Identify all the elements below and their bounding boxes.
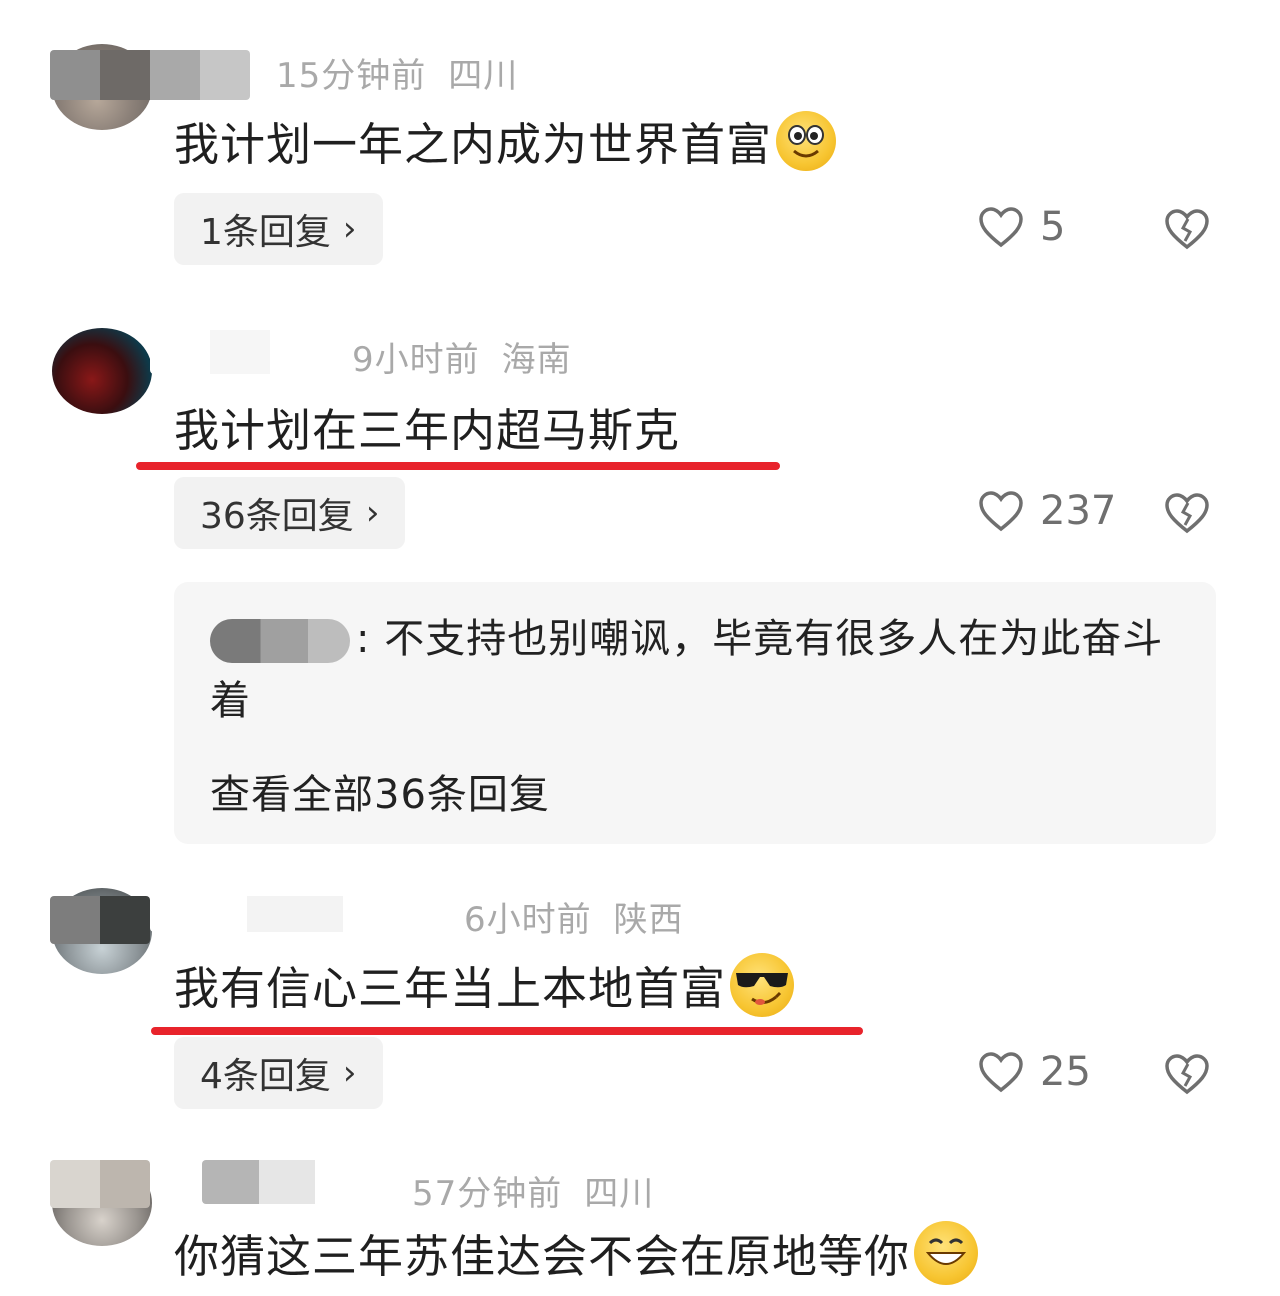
comment-text: 我计划在三年内超马斯克 xyxy=(174,394,680,459)
like-button[interactable]: 5 xyxy=(978,204,1065,250)
red-underline xyxy=(151,1027,863,1035)
username-blurred[interactable] xyxy=(50,1160,150,1208)
comment-meta: 6小时前 陕西 xyxy=(464,892,684,941)
comment-meta: 9小时前 海南 xyxy=(352,332,572,381)
like-count: 237 xyxy=(1040,488,1117,534)
red-underline xyxy=(136,462,780,470)
like-button[interactable]: 237 xyxy=(978,488,1116,534)
username-blurred[interactable] xyxy=(150,896,440,932)
comment-time: 9小时前 xyxy=(352,340,480,380)
username-blurred[interactable] xyxy=(150,330,330,374)
view-replies-button[interactable]: 1条回复 › xyxy=(174,193,383,265)
broken-heart-icon xyxy=(1165,493,1209,534)
username-blurred[interactable] xyxy=(50,896,150,944)
heart-outline-icon xyxy=(979,491,1023,532)
heart-outline-icon xyxy=(979,1052,1023,1093)
broken-heart-icon xyxy=(1165,209,1209,250)
comment-meta: 15分钟前 四川 xyxy=(276,48,518,97)
avatar[interactable] xyxy=(52,328,152,414)
comment-location: 海南 xyxy=(501,340,572,380)
comment-time: 15分钟前 xyxy=(276,56,427,96)
chevron-right-icon: › xyxy=(365,493,380,533)
like-count: 25 xyxy=(1040,1049,1091,1095)
view-replies-button[interactable]: 36条回复 › xyxy=(174,477,406,549)
comment-text-content: 你猜这三年苏佳达会不会在原地等你 xyxy=(174,1230,911,1283)
dislike-button[interactable] xyxy=(1164,208,1210,254)
replies-label: 36条回复 xyxy=(200,496,354,537)
comment-location: 四川 xyxy=(448,56,519,96)
sunglasses-emoji xyxy=(730,952,795,1017)
comment-text-content: 我计划一年之内成为世界首富 xyxy=(174,118,773,171)
replies-label: 4条回复 xyxy=(200,1056,331,1097)
dislike-button[interactable] xyxy=(1164,492,1210,538)
username-blurred[interactable] xyxy=(50,50,250,100)
reply-username-blurred[interactable] xyxy=(210,619,350,663)
broken-heart-icon xyxy=(1165,1054,1209,1095)
username-blurred[interactable] xyxy=(202,1160,372,1204)
dislike-button[interactable] xyxy=(1164,1053,1210,1099)
heart-outline-icon xyxy=(979,207,1023,248)
comment-text: 我有信心三年当上本地首富 xyxy=(174,952,795,1017)
comment-text: 你猜这三年苏佳达会不会在原地等你 xyxy=(174,1220,979,1285)
like-button[interactable]: 25 xyxy=(978,1049,1091,1095)
reply-separator: : xyxy=(356,616,371,662)
reply-preview-box[interactable]: : 不支持也别嘲讽，毕竟有很多人在为此奋斗着 查看全部36条回复 xyxy=(174,582,1216,844)
chevron-right-icon: › xyxy=(342,1053,357,1093)
comment-location: 陕西 xyxy=(613,900,684,940)
comment-text: 我计划一年之内成为世界首富 xyxy=(174,108,837,173)
chevron-right-icon: › xyxy=(342,209,357,249)
comment-location: 四川 xyxy=(584,1174,655,1214)
comment-meta: 57分钟前 四川 xyxy=(412,1166,654,1215)
smiling-face-emoji xyxy=(776,110,837,171)
reply-content: 不支持也别嘲讽，毕竟有很多人在为此奋斗着 xyxy=(210,616,1164,724)
reply-preview-text: : 不支持也别嘲讽，毕竟有很多人在为此奋斗着 xyxy=(210,608,1190,732)
comment-time: 57分钟前 xyxy=(412,1174,563,1214)
view-all-replies-link[interactable]: 查看全部36条回复 xyxy=(210,762,550,820)
comment-text-content: 我有信心三年当上本地首富 xyxy=(174,962,727,1015)
replies-label: 1条回复 xyxy=(200,212,331,253)
view-replies-button[interactable]: 4条回复 › xyxy=(174,1037,383,1109)
comment-time: 6小时前 xyxy=(464,900,592,940)
comment-text-content: 我计划在三年内超马斯克 xyxy=(174,404,681,457)
grinning-emoji xyxy=(914,1220,979,1285)
like-count: 5 xyxy=(1040,204,1066,250)
